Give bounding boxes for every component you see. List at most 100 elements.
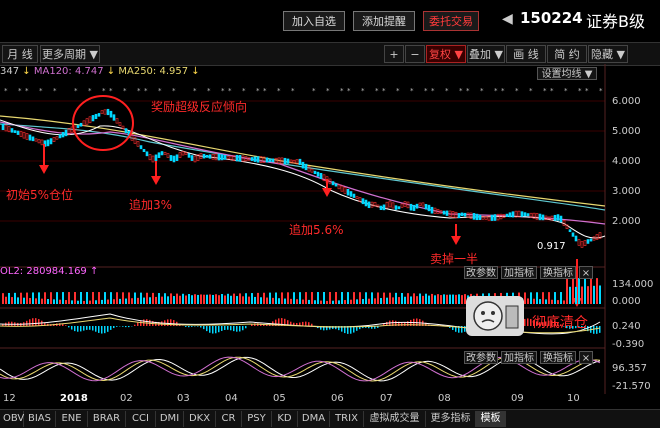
candle [386,202,388,208]
volume-tick-zero: 0.000 [612,296,641,307]
kdj-add-indicator-button[interactable]: 加指标 [501,351,537,364]
tab-dmi[interactable]: DMI [156,411,184,427]
candle [257,157,259,163]
volume-bar [170,293,172,304]
kdj-close-icon[interactable]: × [579,351,593,364]
candle [206,155,208,157]
volume-bar [107,300,109,304]
tab-kd[interactable]: KD [272,411,298,427]
volume-bar [104,292,106,304]
macd-bar [239,326,241,331]
marker-star-icon: * [529,87,533,95]
marker-star-icon: * [564,87,568,95]
macd-bar [185,326,187,327]
marker-star-icon: * [123,87,127,95]
kdj-switch-indicator-button[interactable]: 换指标 [540,351,576,364]
volume-bar [575,287,577,304]
macd-bar [233,326,235,331]
candle [473,213,475,219]
prev-stock-icon[interactable]: ◀ [502,11,513,27]
candle [416,204,418,208]
volume-bar [410,296,412,304]
tab-bias[interactable]: BIAS [24,411,56,427]
add-alert-button[interactable]: 添加提醒 [353,11,415,31]
volume-bar [200,294,202,304]
tab-dkx[interactable]: DKX [184,411,216,427]
volume-bar [164,293,166,304]
candle [410,204,412,210]
tab-psy[interactable]: PSY [242,411,272,427]
volume-bar [224,295,226,304]
volume-bar [311,292,313,304]
candle [23,132,25,138]
trade-button[interactable]: 委托交易 [423,11,479,31]
macd-bar [38,319,40,326]
volume-bar [110,292,112,304]
tab-brar[interactable]: BRAR [88,411,126,427]
macd-bar [599,326,601,333]
marker-star-icon: * [550,87,554,95]
macd-bar [98,326,100,333]
macd-bar [101,326,103,334]
add-watchlist-button[interactable]: 加入自选 [283,11,345,31]
candle [104,110,106,114]
volume-bar [29,298,31,304]
volume-add-indicator-button[interactable]: 加指标 [501,266,537,279]
marker-star-icon: * [4,87,8,95]
candle [491,215,493,220]
marker-star-icon: * [543,87,547,95]
tab-more-indicators[interactable]: 更多指标 [426,411,476,427]
period-month-button[interactable]: 月 线 [2,45,38,63]
tab-obv[interactable]: OBV [0,411,24,427]
volume-bar [281,292,283,304]
tab-dma[interactable]: DMA [298,411,330,427]
x-tick-09: 09 [511,393,524,404]
macd-bar [212,326,214,334]
volume-bar [125,299,127,304]
marker-star-icon: * [599,87,603,95]
candle [431,207,433,213]
x-tick-04: 04 [225,393,238,404]
volume-bar [92,292,94,304]
tab-cr[interactable]: CR [216,411,242,427]
hide-dropdown[interactable]: 隐藏 ▼ [588,45,628,63]
tab-virtual-volume[interactable]: 虚拟成交量 [364,411,426,427]
candle [362,199,364,204]
x-tick-03: 03 [177,393,190,404]
candle [47,140,49,146]
volume-bar [140,293,142,304]
volume-bar [455,295,457,304]
marker-star-icon: * [18,87,22,95]
tab-cci[interactable]: CCI [126,411,156,427]
volume-switch-indicator-button[interactable]: 换指标 [540,266,576,279]
kdj-edit-params-button[interactable]: 改参数 [464,351,498,364]
candle [413,205,415,210]
draw-line-button[interactable]: 画 线 [506,45,546,63]
candle [581,242,583,248]
candle [398,207,400,209]
overlay-dropdown[interactable]: 叠加 ▼ [467,45,505,63]
candle [557,215,559,221]
volume-edit-params-button[interactable]: 改参数 [464,266,498,279]
volume-bar [329,292,331,304]
candle [509,213,511,217]
tab-trix[interactable]: TRIX [330,411,364,427]
volume-close-icon[interactable]: × [579,266,593,279]
marker-star-icon: * [480,87,484,95]
candle [41,140,43,145]
volume-bar [386,298,388,304]
volume-bar [245,293,247,304]
marker-star-icon: * [263,87,267,95]
adjust-rights-dropdown[interactable]: 复权 ▼ [426,45,466,63]
tab-template[interactable]: 模板 [476,411,506,427]
candle [107,109,109,115]
more-periods-dropdown[interactable]: 更多周期 ▼ [40,45,100,63]
zoom-in-button[interactable]: + [384,45,404,63]
tab-ene[interactable]: ENE [56,411,88,427]
marker-star-icon: * [221,87,225,95]
volume-bar [20,293,22,304]
zoom-out-button[interactable]: − [405,45,425,63]
volume-bar [401,293,403,304]
simple-mode-button[interactable]: 简 约 [547,45,587,63]
macd-bar [203,326,205,329]
